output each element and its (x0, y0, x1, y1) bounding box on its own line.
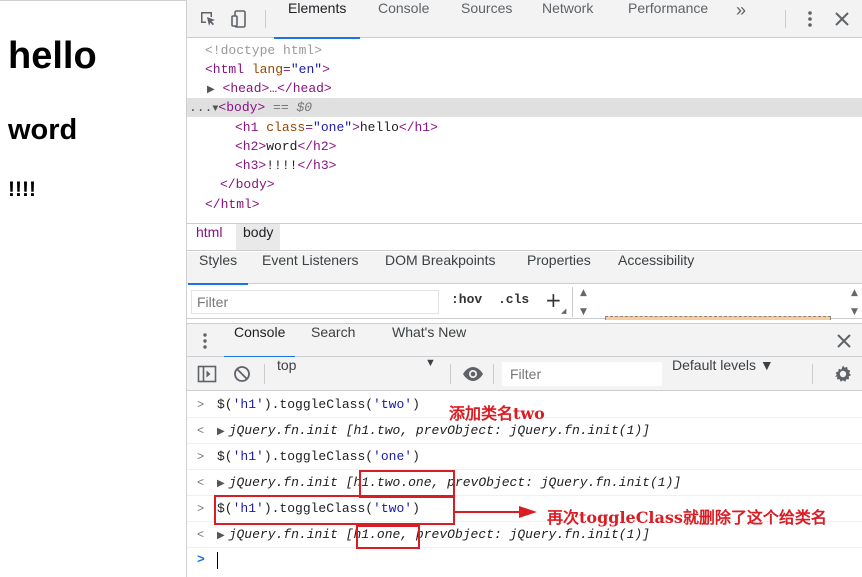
elements-dom-tree: <!doctype html> <html lang="en"> ▶ <head… (187, 39, 862, 222)
close-drawer-icon[interactable] (836, 333, 852, 349)
devtools-main-toolbar: Elements Console Sources Network Perform… (187, 0, 862, 39)
context-dropdown-icon[interactable]: ▼ (425, 357, 436, 391)
console-result-line[interactable]: < ▶ jQuery.fn.init [h1.two.one, prevObjec… (187, 470, 862, 496)
tab-dom-breakpoints[interactable]: DOM Breakpoints (385, 252, 495, 284)
tab-console[interactable]: Console (378, 0, 429, 38)
preview-heading-h3: !!!! (8, 178, 36, 201)
console-input-caret[interactable] (217, 552, 218, 569)
drawer-tab-search[interactable]: Search (311, 324, 355, 357)
annotation-note-remove-class: 再次toggleClass就删除了这个给类名 (547, 508, 827, 527)
live-expression-eye-icon[interactable] (462, 366, 484, 382)
styles-pane-tabs: Styles Event Listeners DOM Breakpoints P… (187, 252, 862, 285)
annotation-note-add-class: 添加类名two (449, 404, 545, 423)
expand-triangle-icon[interactable]: ▶ (207, 85, 215, 96)
node-actions-button[interactable]: ... (189, 100, 212, 115)
dom-line-h3[interactable]: <h3>!!!!</h3> (187, 156, 862, 175)
tab-properties[interactable]: Properties (527, 252, 591, 284)
corner-triangle-icon: ◢ (561, 307, 567, 315)
preview-heading-h2: word (8, 114, 78, 146)
toolbar-separator (785, 10, 786, 28)
tab-event-listeners[interactable]: Event Listeners (262, 252, 359, 284)
styles-filter-row: Filter :hov .cls + ◢ ▲ ▼ ▲ ▼ (187, 285, 862, 319)
devtools-panel: Elements Console Sources Network Perform… (186, 0, 862, 577)
add-style-rule-button[interactable]: + (545, 288, 562, 312)
breadcrumb-html[interactable]: html (189, 224, 229, 250)
scroll-up-icon[interactable]: ▲ (580, 288, 587, 298)
toolbar-separator (265, 10, 266, 28)
preview-heading-h1: hello (8, 35, 97, 77)
drawer-menu-icon[interactable] (197, 332, 213, 350)
tab-elements[interactable]: Elements (273, 0, 361, 39)
log-levels-dropdown[interactable]: Default levels ▼ (672, 357, 774, 391)
tab-performance[interactable]: Performance (628, 0, 708, 38)
console-toolbar: top ▼ Filter Default levels ▼ (187, 357, 862, 391)
scroll-down-icon[interactable]: ▼ (851, 307, 858, 317)
more-tabs-button[interactable]: » (736, 0, 746, 38)
pane-separator (572, 287, 573, 317)
styles-filter-input[interactable]: Filter (191, 290, 439, 314)
expand-triangle-icon[interactable]: ▶ (217, 479, 225, 490)
page-preview: hello word !!!! (0, 0, 186, 577)
kebab-menu-icon[interactable] (800, 9, 820, 29)
expand-triangle-icon[interactable]: ▶ (217, 531, 225, 542)
dom-line-body[interactable]: ...▼<body> == $0 (187, 98, 862, 117)
dom-line-doctype[interactable]: <!doctype html> (187, 41, 862, 60)
drawer-tab-whats-new[interactable]: What's New (392, 324, 466, 357)
console-prompt-icon: > (197, 552, 205, 567)
tab-styles[interactable]: Styles (187, 252, 249, 285)
context-selector[interactable]: top (277, 357, 296, 391)
toolbar-separator (264, 364, 265, 384)
tab-network[interactable]: Network (542, 0, 593, 38)
annotation-arrow-icon (455, 506, 537, 518)
box-model-diagram (605, 316, 831, 320)
dom-line-head[interactable]: ▶ <head>…</head> (187, 79, 862, 98)
toolbar-separator (493, 364, 494, 384)
dom-line-h1[interactable]: <h1 class="one">hello</h1> (187, 118, 862, 137)
tab-sources[interactable]: Sources (461, 0, 512, 38)
console-command-line[interactable]: > $('h1').toggleClass('one') (187, 444, 862, 470)
clear-console-icon[interactable] (233, 365, 251, 383)
breadcrumb-body[interactable]: body (236, 224, 281, 250)
scroll-down-icon[interactable]: ▼ (580, 307, 587, 317)
annotation-box-h1-one (356, 525, 420, 549)
hover-state-toggle[interactable]: :hov (451, 292, 482, 307)
tab-accessibility[interactable]: Accessibility (618, 252, 694, 284)
dom-line-html[interactable]: <html lang="en"> (187, 60, 862, 79)
console-settings-gear-icon[interactable] (833, 364, 853, 384)
close-icon[interactable] (832, 9, 852, 29)
scroll-up-icon[interactable]: ▲ (851, 288, 858, 298)
drawer-tab-console[interactable]: Console (223, 324, 296, 358)
annotation-box-toggle-two (214, 495, 455, 525)
toolbar-separator (450, 364, 451, 384)
dom-line-body-close[interactable]: </body> (187, 175, 862, 194)
drawer-tabs: Console Search What's New (187, 323, 862, 358)
dom-line-h2[interactable]: <h2>word</h2> (187, 137, 862, 156)
inspect-element-icon[interactable] (198, 9, 218, 29)
class-toggle[interactable]: .cls (498, 292, 529, 307)
sidebar-toggle-icon[interactable] (197, 365, 217, 383)
breadcrumb: html body (187, 223, 862, 251)
toolbar-separator (812, 364, 813, 384)
dom-line-html-close[interactable]: </html> (187, 195, 862, 214)
expand-triangle-icon[interactable]: ▶ (217, 427, 225, 438)
device-toolbar-icon[interactable] (230, 9, 250, 29)
annotation-box-h1-two-one (359, 470, 455, 498)
console-filter-input[interactable]: Filter (502, 362, 662, 386)
